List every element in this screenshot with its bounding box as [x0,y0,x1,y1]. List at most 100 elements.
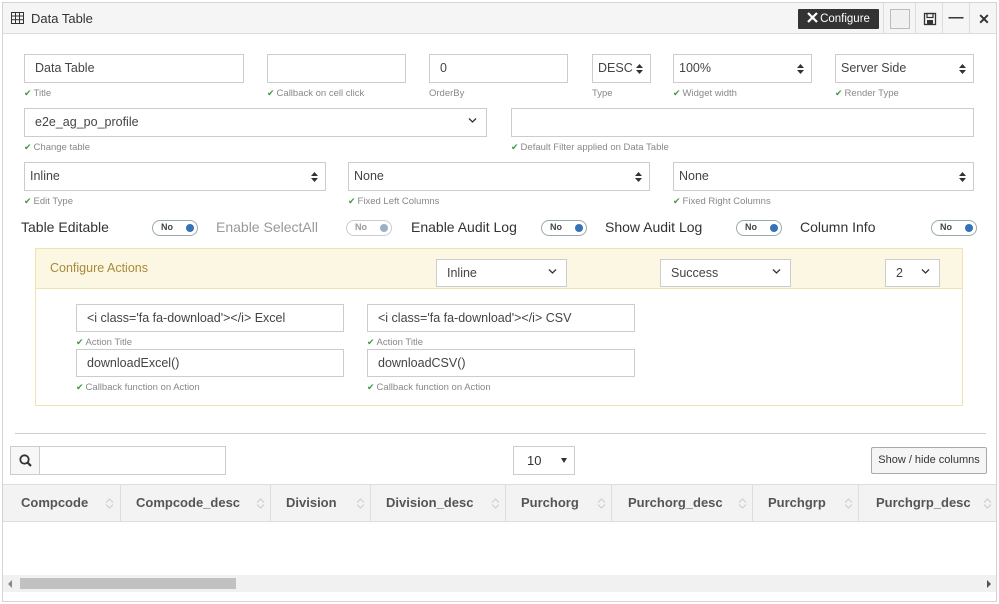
column-header-purchgrp[interactable]: Purchgrp [753,485,859,521]
column-header-compcode-desc[interactable]: Compcode_desc [121,485,271,521]
configure-actions-panel: Configure Actions Inline Success 2 <i cl… [35,248,963,406]
scrollbar-thumb[interactable] [20,578,236,589]
change-table-value: e2e_ag_po_profile [35,115,139,129]
change-table-hint: ✔ Change table [24,142,91,153]
page-size-select[interactable]: 10 [513,446,575,475]
check-icon: ✔ [511,142,519,152]
check-icon: ✔ [24,88,32,98]
enable-audit-log-toggle[interactable]: No [541,220,587,236]
column-header-purchgrp-desc[interactable]: Purchgrp_desc [859,485,996,521]
action-mode-select[interactable]: Inline [436,259,567,287]
render-type-value: Server Side [841,61,907,75]
check-icon: ✔ [76,382,84,392]
configure-label: Configure [820,13,870,25]
minimize-icon[interactable]: — [946,9,966,29]
fixed-left-hint: ✔ Fixed Left Columns [348,196,440,207]
sort-icon [983,498,992,509]
title-input[interactable]: Data Table [24,54,244,83]
column-header-division[interactable]: Division [271,485,371,521]
fixed-right-select[interactable]: None [673,162,974,191]
change-table-select[interactable]: e2e_ag_po_profile [24,108,487,137]
action-style-select[interactable]: Success [660,259,791,287]
updown-caret-icon [797,64,804,74]
widget-header: Data Table Configure — ✕ [3,3,996,34]
callback-hint: ✔ Callback on cell click [267,88,365,99]
sort-icon [256,498,265,509]
type-hint: Type [592,88,613,99]
horizontal-scrollbar[interactable] [3,575,996,592]
section-divider [15,433,986,434]
search-icon [19,454,32,467]
updown-caret-icon [636,64,643,74]
callback-input[interactable] [267,54,406,83]
sort-icon [597,498,606,509]
check-icon: ✔ [24,196,32,206]
action-count-value: 2 [896,266,903,280]
column-info-toggle[interactable]: No [931,220,977,236]
data-table-widget: Data Table Configure — ✕ Data Table ✔ Tit… [2,2,997,602]
enable-selectall-label: Enable SelectAll [216,219,318,235]
search-input[interactable] [39,446,226,475]
table-editable-label: Table Editable [21,219,109,235]
action-style-value: Success [671,266,719,280]
action-1-callback-hint: ✔ Callback function on Action [76,382,200,393]
scroll-right-icon[interactable] [987,580,991,588]
fixed-right-hint: ✔ Fixed Right Columns [673,196,771,207]
search-button[interactable] [10,446,40,475]
sort-icon [491,498,500,509]
show-audit-log-toggle[interactable]: No [736,220,782,236]
edit-type-hint: ✔ Edit Type [24,196,73,207]
header-divider [942,3,943,34]
dropdown-arrow-icon [561,458,567,463]
color-swatch-button[interactable] [890,9,910,29]
chevron-down-icon [548,269,557,274]
orderby-hint: OrderBy [429,88,465,99]
scroll-left-icon[interactable] [8,580,12,588]
sort-icon [105,498,114,509]
action-mode-value: Inline [447,266,477,280]
header-divider [883,3,884,34]
action-2-title-hint: ✔ Action Title [367,337,424,348]
updown-caret-icon [311,172,318,182]
check-icon: ✔ [835,88,843,98]
column-info-label: Column Info [800,219,876,235]
fixed-left-select[interactable]: None [348,162,650,191]
sort-icon [738,498,747,509]
column-header-division-desc[interactable]: Division_desc [371,485,506,521]
header-divider [915,3,916,34]
action-count-select[interactable]: 2 [885,259,940,287]
orderby-input[interactable]: 0 [429,54,568,83]
action-2-title-input[interactable]: <i class='fa fa-download'></i> CSV [367,304,635,332]
page-size-value: 10 [527,453,542,468]
chevron-down-icon [772,269,781,274]
action-1-callback-input[interactable]: downloadExcel() [76,349,344,377]
sort-icon [844,498,853,509]
close-icon[interactable]: ✕ [974,9,994,29]
enable-selectall-toggle[interactable]: No [346,220,392,236]
show-hide-columns-button[interactable]: Show / hide columns [871,447,987,474]
default-filter-input[interactable] [511,108,974,137]
column-header-compcode[interactable]: Compcode [3,485,121,521]
widget-width-value: 100% [679,61,711,75]
edit-type-value: Inline [30,169,60,183]
action-1-title-input[interactable]: <i class='fa fa-download'></i> Excel [76,304,344,332]
sort-icon [356,498,365,509]
widget-width-select[interactable]: 100% [673,54,812,83]
header-divider [969,3,970,34]
fixed-right-value: None [679,169,709,183]
check-icon: ✔ [673,196,681,206]
column-header-purchorg[interactable]: Purchorg [506,485,612,521]
title-hint: ✔ Title [24,88,52,99]
table-editable-toggle[interactable]: No [152,220,198,236]
render-type-select[interactable]: Server Side [835,54,974,83]
action-2-callback-input[interactable]: downloadCSV() [367,349,635,377]
check-icon: ✔ [267,88,275,98]
action-1-title-hint: ✔ Action Title [76,337,133,348]
chevron-down-icon [921,269,930,274]
save-icon[interactable] [920,9,940,29]
widget-width-hint: ✔ Widget width [673,88,737,99]
column-header-purchorg-desc[interactable]: Purchorg_desc [612,485,753,521]
type-select[interactable]: DESC [592,54,651,83]
edit-type-select[interactable]: Inline [24,162,326,191]
configure-button[interactable]: Configure [798,9,879,29]
